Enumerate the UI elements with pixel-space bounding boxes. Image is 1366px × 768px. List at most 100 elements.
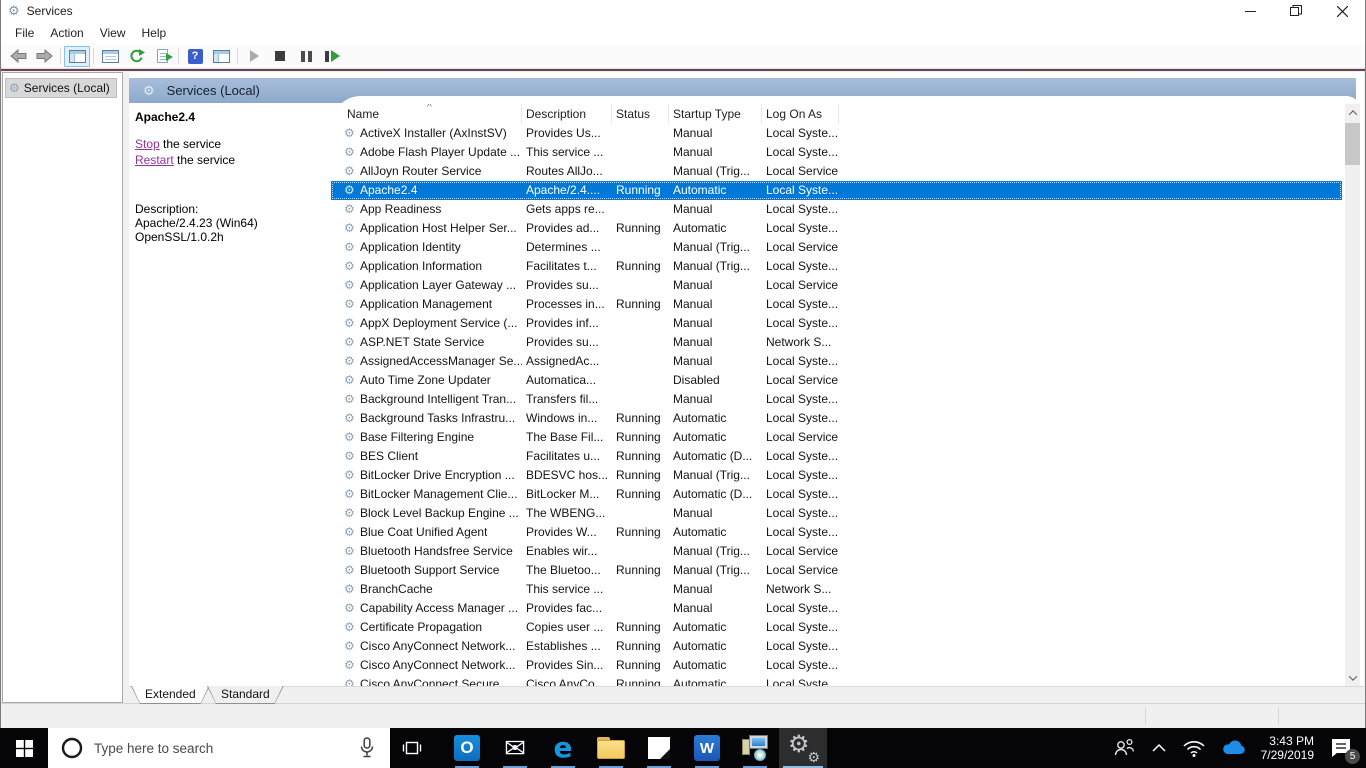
forward-button[interactable]	[31, 46, 57, 67]
table-row[interactable]: ⚙ Block Level Backup Engine ... The WBENG.…	[331, 504, 1342, 523]
table-row[interactable]: ⚙ Application Identity Determines ... Manua…	[331, 238, 1342, 257]
service-gear-icon: ⚙	[344, 544, 355, 558]
table-row[interactable]: ⚙ Blue Coat Unified Agent Provides W... Run…	[331, 523, 1342, 542]
menu-action[interactable]: Action	[42, 23, 91, 43]
toolbar-separator	[237, 48, 238, 64]
toolbar: ?	[1, 44, 1365, 69]
cell-desc: AssignedAc...	[526, 354, 600, 368]
menu-help[interactable]: Help	[134, 23, 175, 43]
taskbar-notepad-button[interactable]	[635, 728, 683, 768]
menu-view[interactable]: View	[92, 23, 134, 43]
status-bar	[1, 703, 1365, 728]
table-row[interactable]: ⚙ Application Information Facilitates t...…	[331, 257, 1342, 276]
cell-startup: Manual (Trig...	[673, 563, 750, 577]
scroll-up-button[interactable]	[1345, 104, 1360, 121]
table-row[interactable]: ⚙ Cisco AnyConnect Network... Provides Sin…	[331, 656, 1342, 675]
column-header-log-on-as[interactable]: Log On As	[762, 104, 839, 124]
onedrive-icon[interactable]	[1213, 728, 1255, 768]
table-row[interactable]: ⚙ ASP.NET State Service Provides su... Manu…	[331, 333, 1342, 352]
table-row[interactable]: ⚙ AssignedAccessManager Se... AssignedAc..…	[331, 352, 1342, 371]
taskbar-word-button[interactable]: W	[683, 728, 731, 768]
taskbar-installer-button[interactable]	[731, 728, 779, 768]
start-button[interactable]	[0, 728, 48, 768]
tray-chevron-up-icon[interactable]	[1143, 728, 1175, 768]
table-row[interactable]: ⚙ Application Management Processes in... Ru…	[331, 295, 1342, 314]
taskbar-edge-button[interactable]: e	[539, 728, 587, 768]
table-row[interactable]: ⚙ Application Host Helper Ser... Provides …	[331, 219, 1342, 238]
taskbar-services-button[interactable]: ⚙ ⚙	[779, 728, 827, 768]
cell-status: Running	[616, 259, 661, 273]
column-header-name[interactable]: Name ^	[331, 104, 522, 124]
tab-extended[interactable]: Extended	[131, 686, 210, 704]
table-row[interactable]: ⚙ Cisco AnyConnect Network... Establishes …	[331, 637, 1342, 656]
table-row[interactable]: ⚙ Application Layer Gateway ... Provides s…	[331, 276, 1342, 295]
task-view-button[interactable]	[390, 728, 434, 768]
table-row[interactable]: ⚙ Base Filtering Engine The Base Fil... Run…	[331, 428, 1342, 447]
table-row[interactable]: ⚙ Bluetooth Support Service The Bluetoo...…	[331, 561, 1342, 580]
restore-button[interactable]	[1273, 0, 1319, 22]
table-row[interactable]: ⚙ ActiveX Installer (AxInstSV) Provides Us…	[331, 124, 1342, 143]
column-header-description[interactable]: Description	[522, 104, 612, 124]
cell-name: ⚙ Cisco AnyConnect Secure ...	[331, 675, 522, 686]
scrollbar-thumb[interactable]	[1345, 123, 1360, 165]
table-row[interactable]: ⚙ Apache2.4 Apache/2.4.... Running Automatic…	[331, 181, 1342, 200]
show-action-pane-button[interactable]	[208, 46, 234, 67]
people-icon[interactable]	[1105, 728, 1143, 768]
cell-desc: Determines ...	[526, 240, 601, 254]
refresh-button[interactable]	[123, 46, 149, 67]
show-console-tree-button[interactable]	[64, 45, 90, 67]
table-row[interactable]: ⚙ Background Intelligent Tran... Transfers…	[331, 390, 1342, 409]
table-row[interactable]: ⚙ Auto Time Zone Updater Automatica... Disa…	[331, 371, 1342, 390]
taskbar-mail-button[interactable]: ✉	[491, 728, 539, 768]
start-service-button[interactable]	[241, 46, 267, 67]
vertical-scrollbar[interactable]	[1345, 104, 1360, 686]
table-row[interactable]: ⚙ Adobe Flash Player Update ... This servi…	[331, 143, 1342, 162]
table-row[interactable]: ⚙ Bluetooth Handsfree Service Enables wir.…	[331, 542, 1342, 561]
tab-standard[interactable]: Standard	[207, 686, 284, 704]
pause-service-button[interactable]	[293, 46, 319, 67]
cell-startup: Automatic	[673, 525, 727, 539]
stop-service-button[interactable]	[267, 46, 293, 67]
taskbar-explorer-button[interactable]	[587, 728, 635, 768]
stop-service-link[interactable]: Stop	[135, 137, 160, 151]
scroll-down-button[interactable]	[1345, 669, 1360, 686]
column-header-status[interactable]: Status	[612, 104, 669, 124]
taskbar-search[interactable]	[48, 728, 390, 768]
menu-file[interactable]: File	[7, 23, 42, 43]
cell-desc: Facilitates t...	[526, 259, 597, 273]
cell-startup: Manual	[673, 582, 713, 596]
table-row[interactable]: ⚙ AllJoyn Router Service Routes AllJo... Ma…	[331, 162, 1342, 181]
table-row[interactable]: ⚙ BES Client Facilitates u... Running Automa…	[331, 447, 1342, 466]
tree-item-services-local[interactable]: ⚙ Services (Local)	[5, 78, 117, 98]
column-header-startup-type[interactable]: Startup Type	[669, 104, 762, 124]
back-button[interactable]	[5, 46, 31, 67]
taskbar-clock[interactable]: 3:43 PM 7/29/2019	[1255, 734, 1320, 762]
search-input[interactable]	[94, 740, 356, 756]
cell-startup: Manual	[673, 202, 713, 216]
close-button[interactable]	[1319, 0, 1365, 22]
table-row[interactable]: ⚙ Certificate Propagation Copies user ... R…	[331, 618, 1342, 637]
table-row[interactable]: ⚙ Capability Access Manager ... Provides f…	[331, 599, 1342, 618]
table-row[interactable]: ⚙ AppX Deployment Service (... Provides in…	[331, 314, 1342, 333]
microphone-icon[interactable]	[356, 736, 378, 760]
cell-logon: Local Service	[766, 278, 839, 292]
properties-button[interactable]	[97, 46, 123, 67]
table-row[interactable]: ⚙ App Readiness Gets apps re... Manual Local…	[331, 200, 1342, 219]
table-row[interactable]: ⚙ Cisco AnyConnect Secure ... Cisco AnyCo.…	[331, 675, 1342, 686]
edge-icon: e	[553, 731, 573, 764]
restart-service-link[interactable]: Restart	[135, 153, 174, 167]
table-row[interactable]: ⚙ BranchCache This service ... Manual Networ…	[331, 580, 1342, 599]
table-row[interactable]: ⚙ BitLocker Management Clie... BitLocker M…	[331, 485, 1342, 504]
export-list-button[interactable]	[149, 46, 175, 67]
cell-startup: Automatic	[673, 677, 727, 686]
cell-desc: Provides Sin...	[526, 658, 604, 672]
taskbar-outlook-button[interactable]: O	[443, 728, 491, 768]
table-row[interactable]: ⚙ BitLocker Drive Encryption ... BDESVC ho…	[331, 466, 1342, 485]
minimize-button[interactable]	[1227, 0, 1273, 22]
help-button[interactable]: ?	[182, 46, 208, 67]
restart-service-button[interactable]	[319, 46, 345, 67]
table-row[interactable]: ⚙ Background Tasks Infrastru... Windows in…	[331, 409, 1342, 428]
action-center-button[interactable]: 5	[1320, 728, 1366, 768]
extended-detail-pane: Apache2.4 Stop the service Restart the s…	[129, 104, 331, 686]
wifi-icon[interactable]	[1175, 728, 1213, 768]
